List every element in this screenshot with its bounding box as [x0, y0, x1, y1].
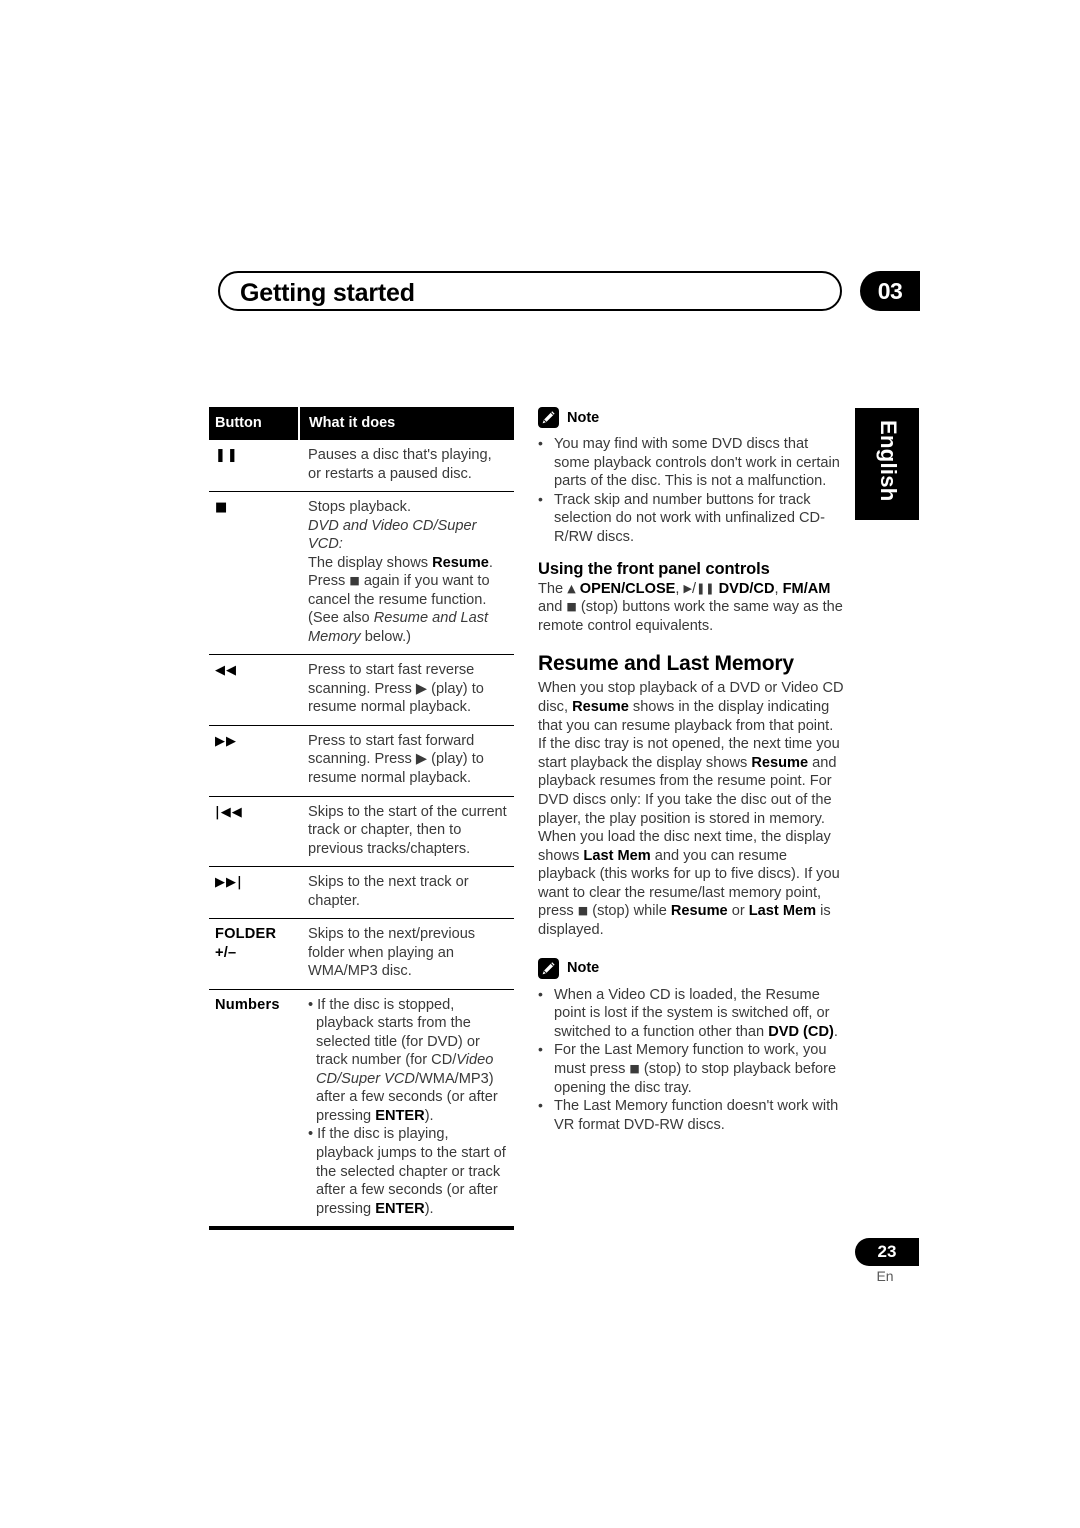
row-description: Skips to the next/previous folder when p…: [299, 918, 514, 990]
page-title: Getting started: [240, 279, 415, 307]
pause-icon: ❚❚: [215, 448, 239, 463]
description-text: Press to start fast forward scanning. Pr…: [308, 732, 484, 786]
chapter-badge: 03: [860, 271, 920, 311]
description-text: Press to start fast reverse scanning. Pr…: [308, 662, 484, 716]
note-header: Note: [538, 407, 844, 428]
note-label: Note: [567, 409, 600, 426]
description-text: Skips to the next/previous folder when p…: [308, 926, 476, 980]
table: Button What it does ❚❚ Pauses a disc tha…: [209, 407, 514, 1227]
description-line: (See also Resume and Last Memory below.): [308, 610, 489, 645]
note-item: You may find with some DVD discs that so…: [538, 435, 844, 491]
description-text: Skips to the start of the current track …: [308, 803, 507, 857]
language-side-tab: English: [855, 408, 919, 520]
table-row: Numbers • If the disc is stopped, playba…: [209, 988, 514, 1227]
numbers-button-label: Numbers: [209, 988, 299, 1227]
table-body: ❚❚ Pauses a disc that's playing, or rest…: [209, 440, 514, 1227]
page-language-code: En: [876, 1268, 894, 1284]
page-header: Getting started 03: [218, 271, 920, 313]
header-pill: Getting started: [218, 271, 842, 311]
note-item: Track skip and number buttons for track …: [538, 491, 844, 547]
row-description: • If the disc is stopped, playback start…: [299, 988, 514, 1227]
description-bullet: • If the disc is stopped, playback start…: [308, 996, 498, 1124]
pencil-icon: [538, 407, 559, 428]
note-item: The Last Memory function doesn't work wi…: [538, 1097, 844, 1134]
table-row: ■ Stops playback. DVD and Video CD/Super…: [209, 491, 514, 655]
note-item: For the Last Memory function to work, yo…: [538, 1041, 844, 1097]
page-number-badge: 23: [855, 1238, 919, 1266]
row-description: Press to start fast reverse scanning. Pr…: [299, 654, 514, 726]
description-line: The display shows Resume.: [308, 554, 493, 571]
description-text: Stops playback.: [308, 499, 412, 516]
note-item: When a Video CD is loaded, the Resume po…: [538, 986, 844, 1042]
table-row: ❚❚ Pauses a disc that's playing, or rest…: [209, 440, 514, 492]
table-row: ◀◀ Press to start fast reverse scanning.…: [209, 654, 514, 726]
front-panel-heading: Using the front panel controls: [538, 559, 770, 578]
description-text: Pauses a disc that's playing, or restart…: [308, 447, 492, 482]
table-bottom-rule: [209, 1226, 514, 1231]
note-header: Note: [538, 957, 844, 979]
right-column: Note You may find with some DVD discs th…: [538, 407, 844, 1138]
folder-button-label: FOLDER +/–: [209, 918, 299, 990]
page-number-text: 23: [877, 1242, 897, 1261]
row-description: Skips to the start of the current track …: [299, 795, 514, 867]
note-list-bottom: When a Video CD is loaded, the Resume po…: [538, 986, 844, 1135]
fast-forward-icon: ▶▶: [209, 724, 299, 796]
table-row: |◀◀ Skips to the start of the current tr…: [209, 795, 514, 867]
note-label: Note: [567, 960, 600, 977]
language-side-tab-label: English: [876, 420, 901, 502]
row-description: Pauses a disc that's playing, or restart…: [299, 440, 514, 492]
description-bullet: • If the disc is playing, playback jumps…: [308, 1126, 506, 1217]
resume-body: When you stop playback of a DVD or Video…: [538, 680, 844, 939]
pencil-icon: [538, 957, 559, 979]
table-row: FOLDER +/– Skips to the next/previous fo…: [209, 918, 514, 990]
column-header-what-it-does: What it does: [298, 407, 514, 440]
description-text: Skips to the next track or chapter.: [308, 874, 469, 909]
resume-heading: Resume and Last Memory: [538, 652, 794, 676]
row-description: Press to start fast forward scanning. Pr…: [299, 724, 514, 796]
chapter-number: 03: [877, 278, 903, 304]
note-list-top: You may find with some DVD discs that so…: [538, 435, 844, 547]
row-description: Stops playback. DVD and Video CD/Super V…: [299, 491, 514, 655]
column-header-button: Button: [209, 407, 299, 440]
row-description: Skips to the next track or chapter.: [299, 866, 514, 919]
button-functions-table: Button What it does ❚❚ Pauses a disc tha…: [209, 407, 514, 1231]
table-head: Button What it does: [209, 407, 514, 440]
note-block-bottom: Note When a Video CD is loaded, the Resu…: [538, 957, 844, 1135]
table-row: ▶▶ Press to start fast forward scanning.…: [209, 724, 514, 796]
table-header-row: Button What it does: [209, 407, 514, 440]
previous-track-icon: |◀◀: [209, 795, 299, 867]
next-track-icon: ▶▶|: [209, 866, 299, 919]
description-line: Press ■ again if you want to cancel the …: [308, 573, 490, 608]
fast-reverse-icon: ◀◀: [209, 654, 299, 726]
note-block-top: Note You may find with some DVD discs th…: [538, 407, 844, 547]
front-panel-body: The ▲ OPEN/CLOSE, ▶/❚❚ DVD/CD, FM/AM and…: [538, 580, 843, 634]
table-row: ▶▶| Skips to the next track or chapter.: [209, 866, 514, 919]
stop-icon: ■: [209, 491, 299, 655]
description-disc-types: DVD and Video CD/Super VCD:: [308, 517, 477, 553]
